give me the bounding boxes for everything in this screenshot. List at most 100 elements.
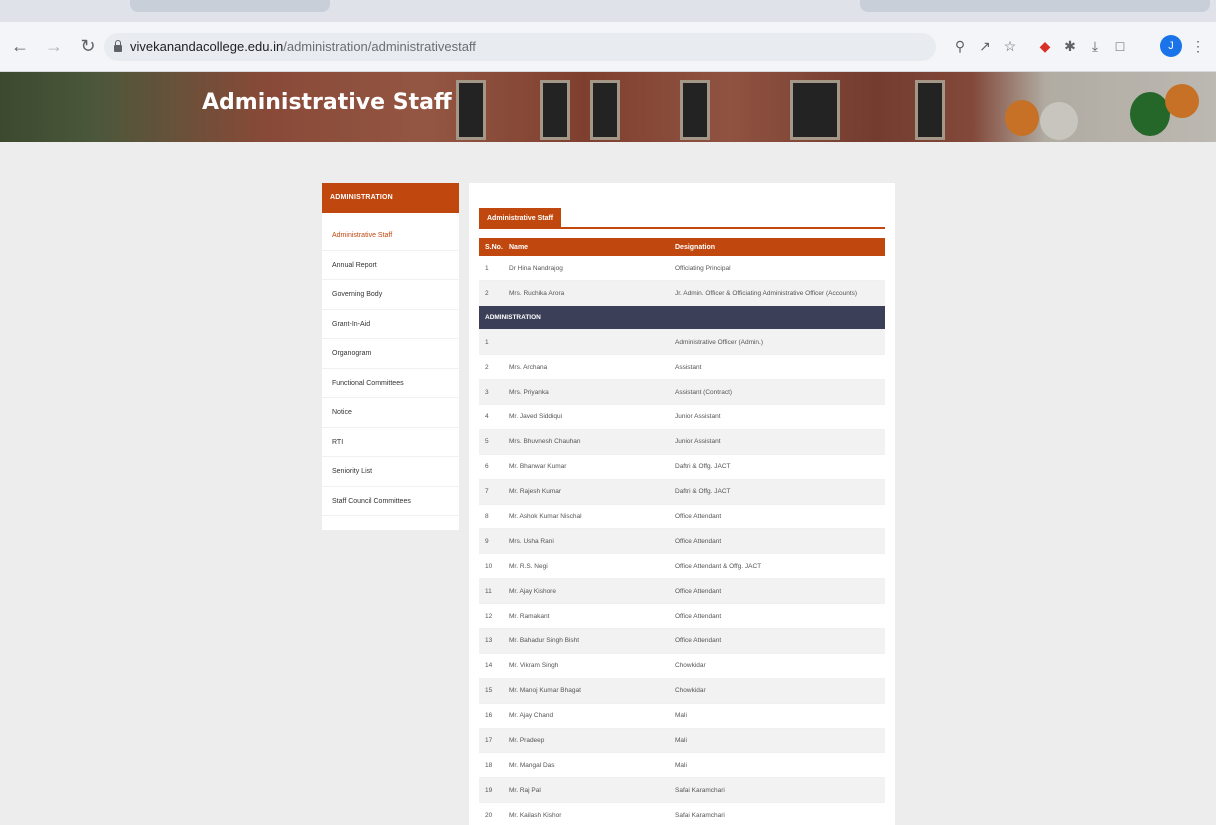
cell-name: Mr. Ajay Kishore [503,578,669,605]
cell-designation: Office Attendant [669,504,885,530]
cell-name: Mr. Bahadur Singh Bisht [503,628,669,654]
sidebar-item-seniority-list[interactable]: Seniority List [322,457,459,487]
cell-sno: 11 [479,578,503,605]
cell-name: Mr. Raj Pal [503,777,669,804]
url-domain: vivekanandacollege.edu.in [130,39,284,54]
bookmark-star-icon[interactable]: ☆ [1000,36,1020,56]
side-panel-icon[interactable]: □ [1110,36,1130,56]
table-row: 20 Mr. Kailash Kishor Safai Karamchari [479,802,885,825]
cell-sno: 16 [479,703,503,729]
cell-name: Mr. Pradeep [503,728,669,754]
page-title: Administrative Staff [202,90,452,115]
cell-designation: Safai Karamchari [669,777,885,804]
cell-sno: 14 [479,653,503,679]
reload-icon[interactable]: ↻ [76,34,100,58]
cell-name: Mr. Kailash Kishor [503,802,669,825]
cell-designation: Administrative Officer (Admin.) [669,329,885,356]
cell-sno: 15 [479,678,503,704]
section-label: ADMINISTRATION [479,305,885,331]
cell-name: Mrs. Priyanka [503,379,669,405]
shield-extension-icon[interactable]: ◆ [1035,36,1055,56]
sidebar-item-rti[interactable]: RTI [322,428,459,457]
browser-tab[interactable] [130,0,330,12]
download-icon[interactable]: ⤓ [1085,36,1105,56]
cell-name: Mr. Ramakant [503,603,669,629]
cell-designation: Office Attendant & Offg. JACT [669,553,885,580]
content-tab-bar: Administrative Staff [479,208,885,229]
sidebar-item-notice[interactable]: Notice [322,398,459,428]
cell-sno: 18 [479,752,503,779]
cell-sno: 1 [479,256,503,282]
cell-designation: Chowkidar [669,678,885,704]
cell-designation: Chowkidar [669,653,885,679]
cell-designation: Jr. Admin. Officer & Officiating Adminis… [669,280,885,307]
cell-designation: Junior Assistant [669,404,885,430]
sidebar-item-staff-council-committees[interactable]: Staff Council Committees [322,487,459,516]
cell-sno: 4 [479,404,503,430]
cell-name: Mr. Rajesh Kumar [503,479,669,505]
address-bar[interactable]: vivekanandacollege.edu.in/administration… [104,33,936,61]
cell-name: Mr. Javed Siddiqui [503,404,669,430]
browser-tab-strip [0,0,1216,22]
table-row: 2 Mrs. Archana Assistant [479,354,885,381]
cell-name: Mrs. Archana [503,354,669,381]
table-row: 1 Dr Hina Nandrajog Officiating Principa… [479,256,885,282]
column-header-sno: S.No. [479,238,503,256]
tab-administrative-staff[interactable]: Administrative Staff [479,208,562,229]
table-row: 1 Administrative Officer (Admin.) [479,329,885,356]
sidebar-item-organogram[interactable]: Organogram [322,339,459,369]
sidebar-item-functional-committees[interactable]: Functional Committees [322,369,459,398]
sidebar-item-governing-body[interactable]: Governing Body [322,280,459,310]
table-row: 7 Mr. Rajesh Kumar Daftri & Offg. JACT [479,479,885,505]
extensions-puzzle-icon[interactable]: ✱ [1060,36,1080,56]
cell-sno: 13 [479,628,503,654]
cell-sno: 10 [479,553,503,580]
cell-designation: Mali [669,728,885,754]
table-row: 9 Mrs. Usha Rani Office Attendant [479,528,885,555]
profile-avatar[interactable]: J [1160,35,1182,57]
cell-name: Mr. Mangal Das [503,752,669,779]
table-row: 6 Mr. Bhanwar Kumar Daftri & Offg. JACT [479,454,885,480]
sidebar-item-grant-in-aid[interactable]: Grant-In-Aid [322,310,459,339]
table-row: 17 Mr. Pradeep Mali [479,728,885,754]
cell-sno: 1 [479,329,503,356]
table-row: 4 Mr. Javed Siddiqui Junior Assistant [479,404,885,430]
sidebar-item-annual-report[interactable]: Annual Report [322,251,459,280]
cell-name: Mr. Vikram Singh [503,653,669,679]
table-row: 11 Mr. Ajay Kishore Office Attendant [479,578,885,605]
cell-designation: Daftri & Offg. JACT [669,454,885,480]
back-icon[interactable]: ← [8,34,32,58]
cell-name [503,329,669,356]
url-text: vivekanandacollege.edu.in/administration… [130,39,476,54]
table-row: 2 Mrs. Ruchika Arora Jr. Admin. Officer … [479,280,885,307]
cell-designation: Office Attendant [669,628,885,654]
table-header-row: S.No. Name Designation [479,238,885,256]
forward-icon[interactable]: → [42,34,66,58]
cell-name: Mr. Ajay Chand [503,703,669,729]
cell-sno: 8 [479,504,503,530]
cell-sno: 17 [479,728,503,754]
share-icon[interactable]: ↗ [975,36,995,56]
cell-sno: 3 [479,379,503,405]
cell-sno: 9 [479,528,503,555]
cell-name: Mrs. Usha Rani [503,528,669,555]
sidebar-heading: ADMINISTRATION [322,183,459,213]
cell-name: Mr. Ashok Kumar Nischal [503,504,669,530]
table-row: 19 Mr. Raj Pal Safai Karamchari [479,777,885,804]
cell-sno: 5 [479,429,503,455]
menu-kebab-icon[interactable]: ⋮ [1188,36,1208,56]
lock-icon[interactable] [114,40,122,52]
cell-designation: Junior Assistant [669,429,885,455]
sidebar-item-administrative-staff[interactable]: Administrative Staff [322,221,459,251]
staff-table: S.No. Name Designation 1 Dr Hina Nandraj… [479,238,885,825]
table-row: 18 Mr. Mangal Das Mali [479,752,885,779]
cell-sno: 2 [479,354,503,381]
cell-designation: Assistant [669,354,885,381]
cell-name: Mr. Bhanwar Kumar [503,454,669,480]
cell-name: Mr. R.S. Negi [503,553,669,580]
table-row: 5 Mrs. Bhuvnesh Chauhan Junior Assistant [479,429,885,455]
zoom-icon[interactable]: ⚲ [950,36,970,56]
browser-tab[interactable] [860,0,1210,12]
cell-designation: Mali [669,752,885,779]
cell-name: Dr Hina Nandrajog [503,256,669,282]
